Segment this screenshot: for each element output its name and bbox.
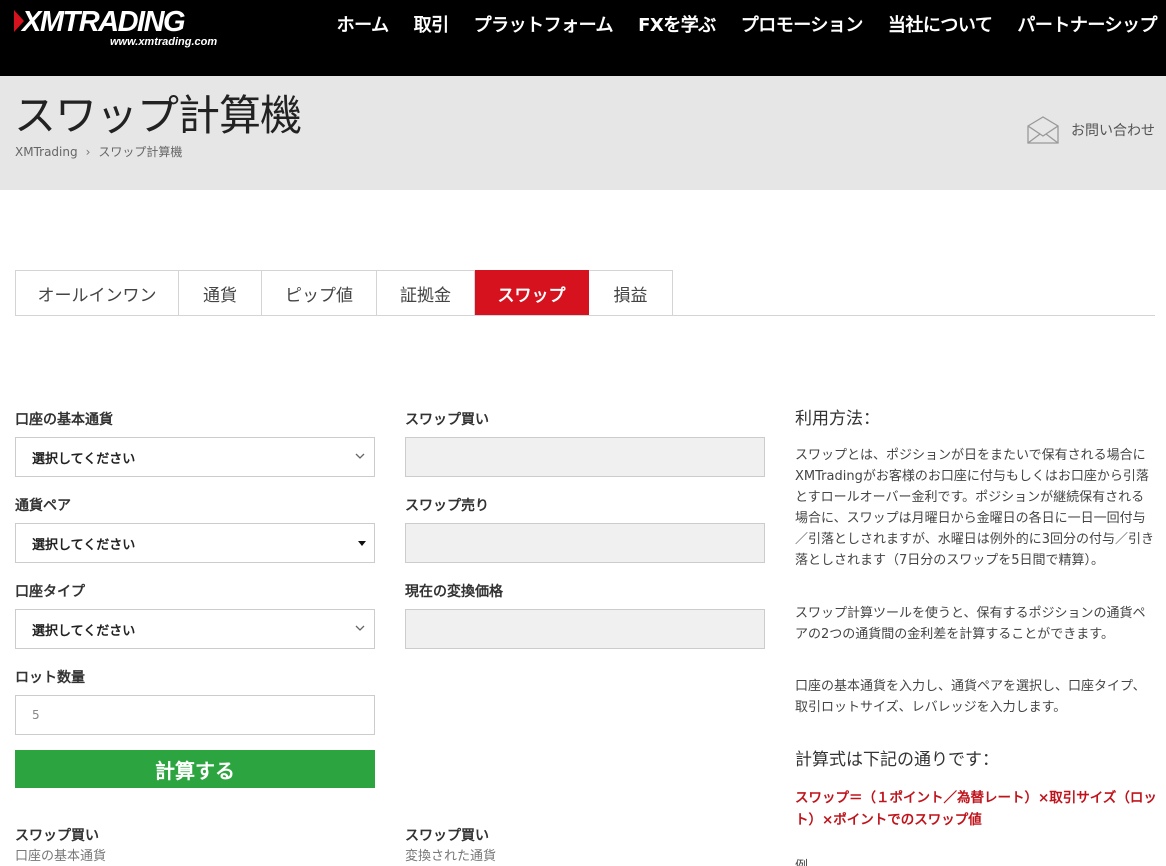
breadcrumb: XMTrading › スワップ計算機 xyxy=(15,143,182,160)
top-navbar: XMTRADING www.xmtrading.com ホーム 取引 プラットフ… xyxy=(0,0,1166,76)
logo-text: XMTRADING xyxy=(22,6,186,38)
lot-size-label: ロット数量 xyxy=(15,670,85,686)
nav-item-platform[interactable]: プラットフォーム xyxy=(474,14,614,38)
swap-sell-output xyxy=(405,523,765,563)
account-type-label: 口座タイプ xyxy=(15,584,85,600)
formula-title: 計算式は下記の通りです： xyxy=(795,750,999,770)
lot-size-input[interactable]: 5 xyxy=(15,695,375,735)
breadcrumb-current: スワップ計算機 xyxy=(98,145,183,159)
nav-item-partnership[interactable]: パートナーシップ xyxy=(1017,14,1157,38)
howto-title: 利用方法： xyxy=(795,409,880,429)
swap-sell-label: スワップ売り xyxy=(405,498,489,514)
nav-item-learn-fx[interactable]: FXを学ぶ xyxy=(638,14,716,38)
page-header: スワップ計算機 XMTrading › スワップ計算機 お問い合わせ xyxy=(0,76,1166,190)
nav-item-about[interactable]: 当社について xyxy=(888,14,993,38)
conversion-price-label: 現在の変換価格 xyxy=(405,584,503,600)
contact-label: お問い合わせ xyxy=(1071,123,1155,139)
calculator-tabs: オールインワン 通貨 ピップ値 証拠金 スワップ 損益 xyxy=(15,270,1155,316)
conversion-price-output xyxy=(405,609,765,649)
currency-pair-label: 通貨ペア xyxy=(15,498,71,514)
envelope-icon xyxy=(1027,116,1059,144)
contact-link[interactable]: お問い合わせ xyxy=(1027,116,1155,144)
howto-paragraph-1: スワップとは、ポジションが日をまたいで保有される場合にXMTradingがお客様… xyxy=(795,448,1155,568)
tab-pip-value[interactable]: ピップ値 xyxy=(262,270,377,315)
tab-margin[interactable]: 証拠金 xyxy=(377,270,475,315)
base-currency-label: 口座の基本通貨 xyxy=(15,412,113,428)
formula-text: スワップ＝（１ポイント／為替レート）×取引サイズ（ロット）×ポイントでのスワップ… xyxy=(795,790,1157,828)
tab-currency[interactable]: 通貨 xyxy=(179,270,262,315)
nav-item-home[interactable]: ホーム xyxy=(337,14,389,38)
caret-down-icon xyxy=(358,541,366,546)
base-currency-value: 選択してください xyxy=(32,451,136,467)
nav-item-trading[interactable]: 取引 xyxy=(414,14,450,38)
tab-swap[interactable]: スワップ xyxy=(475,270,589,315)
swap-buy-output xyxy=(405,437,765,477)
chevron-down-icon xyxy=(355,625,365,631)
tab-profit-loss[interactable]: 損益 xyxy=(589,270,673,315)
result-swap-buy-converted-label: スワップ買い xyxy=(405,828,489,844)
howto-paragraph-2: スワップ計算ツールを使うと、保有するポジションの通貨ペアの2つの通貨間の金利差を… xyxy=(795,606,1146,642)
breadcrumb-separator: › xyxy=(85,145,91,159)
currency-pair-select[interactable]: 選択してください xyxy=(15,523,375,563)
lot-size-placeholder: 5 xyxy=(32,708,40,722)
xm-logo[interactable]: XMTRADING www.xmtrading.com xyxy=(14,5,224,51)
base-currency-select[interactable]: 選択してください xyxy=(15,437,375,477)
account-type-value: 選択してください xyxy=(32,623,136,639)
swap-buy-label: スワップ買い xyxy=(405,412,489,428)
main-nav: ホーム 取引 プラットフォーム FXを学ぶ プロモーション 当社について パート… xyxy=(312,14,1158,38)
nav-item-promotion[interactable]: プロモーション xyxy=(741,14,864,38)
page-title: スワップ計算機 xyxy=(14,91,302,140)
chevron-down-icon xyxy=(355,453,365,459)
example-heading: 例 xyxy=(795,855,808,866)
result-base-currency-sublabel: 口座の基本通貨 xyxy=(15,849,107,864)
tab-all-in-one[interactable]: オールインワン xyxy=(15,270,179,315)
account-type-select[interactable]: 選択してください xyxy=(15,609,375,649)
calculate-button[interactable]: 計算する xyxy=(15,750,375,788)
result-swap-buy-label: スワップ買い xyxy=(15,828,99,844)
breadcrumb-home-link[interactable]: XMTrading xyxy=(15,145,78,159)
logo-url: www.xmtrading.com xyxy=(110,36,218,48)
howto-paragraph-3: 口座の基本通貨を入力し、通貨ペアを選択し、口座タイプ、取引ロットサイズ、レバレッ… xyxy=(795,679,1146,715)
currency-pair-value: 選択してください xyxy=(32,537,136,553)
result-converted-currency-sublabel: 変換された通貨 xyxy=(405,849,497,864)
